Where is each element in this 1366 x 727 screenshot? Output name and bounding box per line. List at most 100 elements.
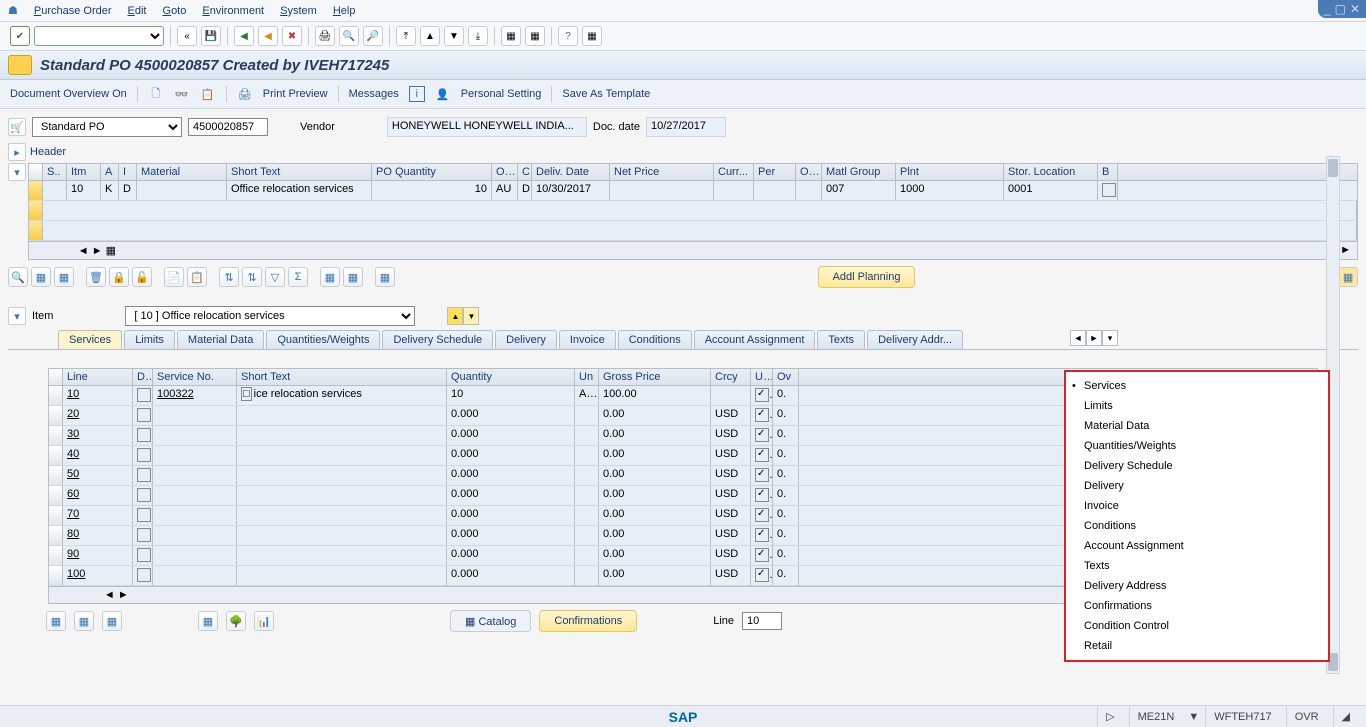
other-po-icon[interactable]: 👓: [174, 86, 190, 102]
svc-cell-crcy[interactable]: USD: [711, 406, 751, 425]
lock-icon[interactable]: 🔒: [109, 267, 129, 287]
col-per[interactable]: Per: [754, 164, 796, 180]
svc-cell-crcy[interactable]: USD: [711, 506, 751, 525]
item-row[interactable]: 10 K D Office relocation services 10 AU …: [29, 181, 1357, 201]
popup-delivery[interactable]: Delivery: [1066, 476, 1328, 496]
po-number-input[interactable]: [188, 118, 268, 136]
svc-cell-st[interactable]: [237, 466, 447, 485]
svc-cell-ov[interactable]: 0.: [773, 566, 799, 585]
svc-cell-ov[interactable]: 0.: [773, 446, 799, 465]
po-type-select[interactable]: Standard PO: [32, 117, 182, 137]
print-preview-button[interactable]: Print Preview: [263, 88, 328, 100]
popup-quantities[interactable]: Quantities/Weights: [1066, 436, 1328, 456]
deselect-icon[interactable]: ▦: [54, 267, 74, 287]
col-material[interactable]: Material: [137, 164, 227, 180]
svc-cell-ov[interactable]: 0.: [773, 486, 799, 505]
collapse-item-detail-icon[interactable]: ▾: [8, 307, 26, 325]
expand-icon[interactable]: ▦: [320, 267, 340, 287]
svc-cell-gp[interactable]: 0.00: [599, 406, 711, 425]
filter-icon[interactable]: ▽: [265, 267, 285, 287]
col-itm[interactable]: Itm: [67, 164, 101, 180]
svc-sort-icon[interactable]: ▦: [102, 611, 122, 631]
sort-desc-icon[interactable]: ⇅: [242, 267, 262, 287]
col-i[interactable]: I: [119, 164, 137, 180]
svc-cell-crcy[interactable]: USD: [711, 486, 751, 505]
popup-retail[interactable]: Retail: [1066, 636, 1328, 656]
next-page-icon[interactable]: ▼: [444, 26, 464, 46]
personal-icon[interactable]: 👤: [435, 86, 451, 102]
messages-button[interactable]: Messages: [349, 88, 399, 100]
svc-cell-d[interactable]: [133, 526, 153, 545]
svc-col-d[interactable]: D..: [133, 369, 153, 385]
svc-cell-un[interactable]: AU: [575, 386, 599, 405]
svc-cell-ov[interactable]: 0.: [773, 546, 799, 565]
svc-cell-st[interactable]: □ice relocation services: [237, 386, 447, 405]
tab-texts[interactable]: Texts: [817, 330, 865, 349]
popup-invoice[interactable]: Invoice: [1066, 496, 1328, 516]
status-handle-icon[interactable]: ◢: [1333, 706, 1358, 727]
svc-cell-st[interactable]: [237, 486, 447, 505]
svc-cell-gp[interactable]: 0.00: [599, 486, 711, 505]
col-status[interactable]: S..: [43, 164, 67, 180]
first-page-icon[interactable]: ⤒: [396, 26, 416, 46]
back-icon[interactable]: ◀: [234, 26, 254, 46]
cell-shorttext[interactable]: Office relocation services: [227, 181, 372, 200]
svc-cell-d[interactable]: [133, 486, 153, 505]
last-page-icon[interactable]: ⤓: [468, 26, 488, 46]
personal-setting-button[interactable]: Personal Setting: [461, 88, 542, 100]
svc-cell-u[interactable]: [751, 506, 773, 525]
print-icon[interactable]: 🖨: [315, 26, 335, 46]
svc-cell-line[interactable]: 70: [63, 506, 133, 525]
svc-cell-gp[interactable]: 100.00: [599, 386, 711, 405]
menu-help[interactable]: Help: [333, 5, 356, 17]
svc-cell-sno[interactable]: [153, 566, 237, 585]
detail-icon[interactable]: 🔍: [8, 267, 28, 287]
cell-a[interactable]: K: [101, 181, 119, 200]
col-a[interactable]: A: [101, 164, 119, 180]
menu-edit[interactable]: Edit: [128, 5, 147, 17]
svc-cell-un[interactable]: [575, 406, 599, 425]
svc-cell-line[interactable]: 60: [63, 486, 133, 505]
col-shorttext[interactable]: Short Text: [227, 164, 372, 180]
tab-limits[interactable]: Limits: [124, 330, 175, 349]
svc-cell-d[interactable]: [133, 386, 153, 405]
print-preview-icon[interactable]: 🖨: [237, 86, 253, 102]
svc-col-un[interactable]: Un: [575, 369, 599, 385]
svc-cell-st[interactable]: [237, 546, 447, 565]
tab-delivery-addr[interactable]: Delivery Addr...: [867, 330, 963, 349]
tab-invoice[interactable]: Invoice: [559, 330, 616, 349]
svc-cell-sno[interactable]: [153, 526, 237, 545]
cell-plnt[interactable]: 1000: [896, 181, 1004, 200]
svc-cell-line[interactable]: 100: [63, 566, 133, 585]
create-icon[interactable]: 🗋: [148, 86, 164, 102]
tab-delivery[interactable]: Delivery: [495, 330, 557, 349]
menu-environment[interactable]: Environment: [202, 5, 264, 17]
svc-cell-qty[interactable]: 0.000: [447, 526, 575, 545]
tab-delivery-schedule[interactable]: Delivery Schedule: [382, 330, 493, 349]
svc-col-u[interactable]: U..: [751, 369, 773, 385]
unlock-icon[interactable]: 🔓: [132, 267, 152, 287]
cell-net[interactable]: [610, 181, 714, 200]
back-expand-icon[interactable]: «: [177, 26, 197, 46]
svc-cell-sno[interactable]: [153, 506, 237, 525]
enter-icon[interactable]: ✔: [10, 26, 30, 46]
svc-cell-gp[interactable]: 0.00: [599, 426, 711, 445]
shortcut-icon[interactable]: ▦: [525, 26, 545, 46]
popup-account-assignment[interactable]: Account Assignment: [1066, 536, 1328, 556]
item-row[interactable]: [29, 221, 1357, 241]
tab-list-icon[interactable]: ▾: [1102, 330, 1118, 346]
svc-cell-u[interactable]: [751, 446, 773, 465]
popup-delivery-address[interactable]: Delivery Address: [1066, 576, 1328, 596]
cell-material[interactable]: [137, 181, 227, 200]
item-select[interactable]: [ 10 ] Office relocation services: [125, 306, 415, 326]
popup-services[interactable]: Services: [1066, 376, 1328, 396]
svc-cell-crcy[interactable]: USD: [711, 566, 751, 585]
exit-icon[interactable]: ◀: [258, 26, 278, 46]
paste-icon[interactable]: 📋: [187, 267, 207, 287]
tab-next-icon[interactable]: ►: [1086, 330, 1102, 346]
svc-cell-u[interactable]: [751, 386, 773, 405]
total-icon[interactable]: Σ: [288, 267, 308, 287]
svc-cell-line[interactable]: 10: [63, 386, 133, 405]
col-matlgroup[interactable]: Matl Group: [822, 164, 896, 180]
svc-cell-un[interactable]: [575, 546, 599, 565]
